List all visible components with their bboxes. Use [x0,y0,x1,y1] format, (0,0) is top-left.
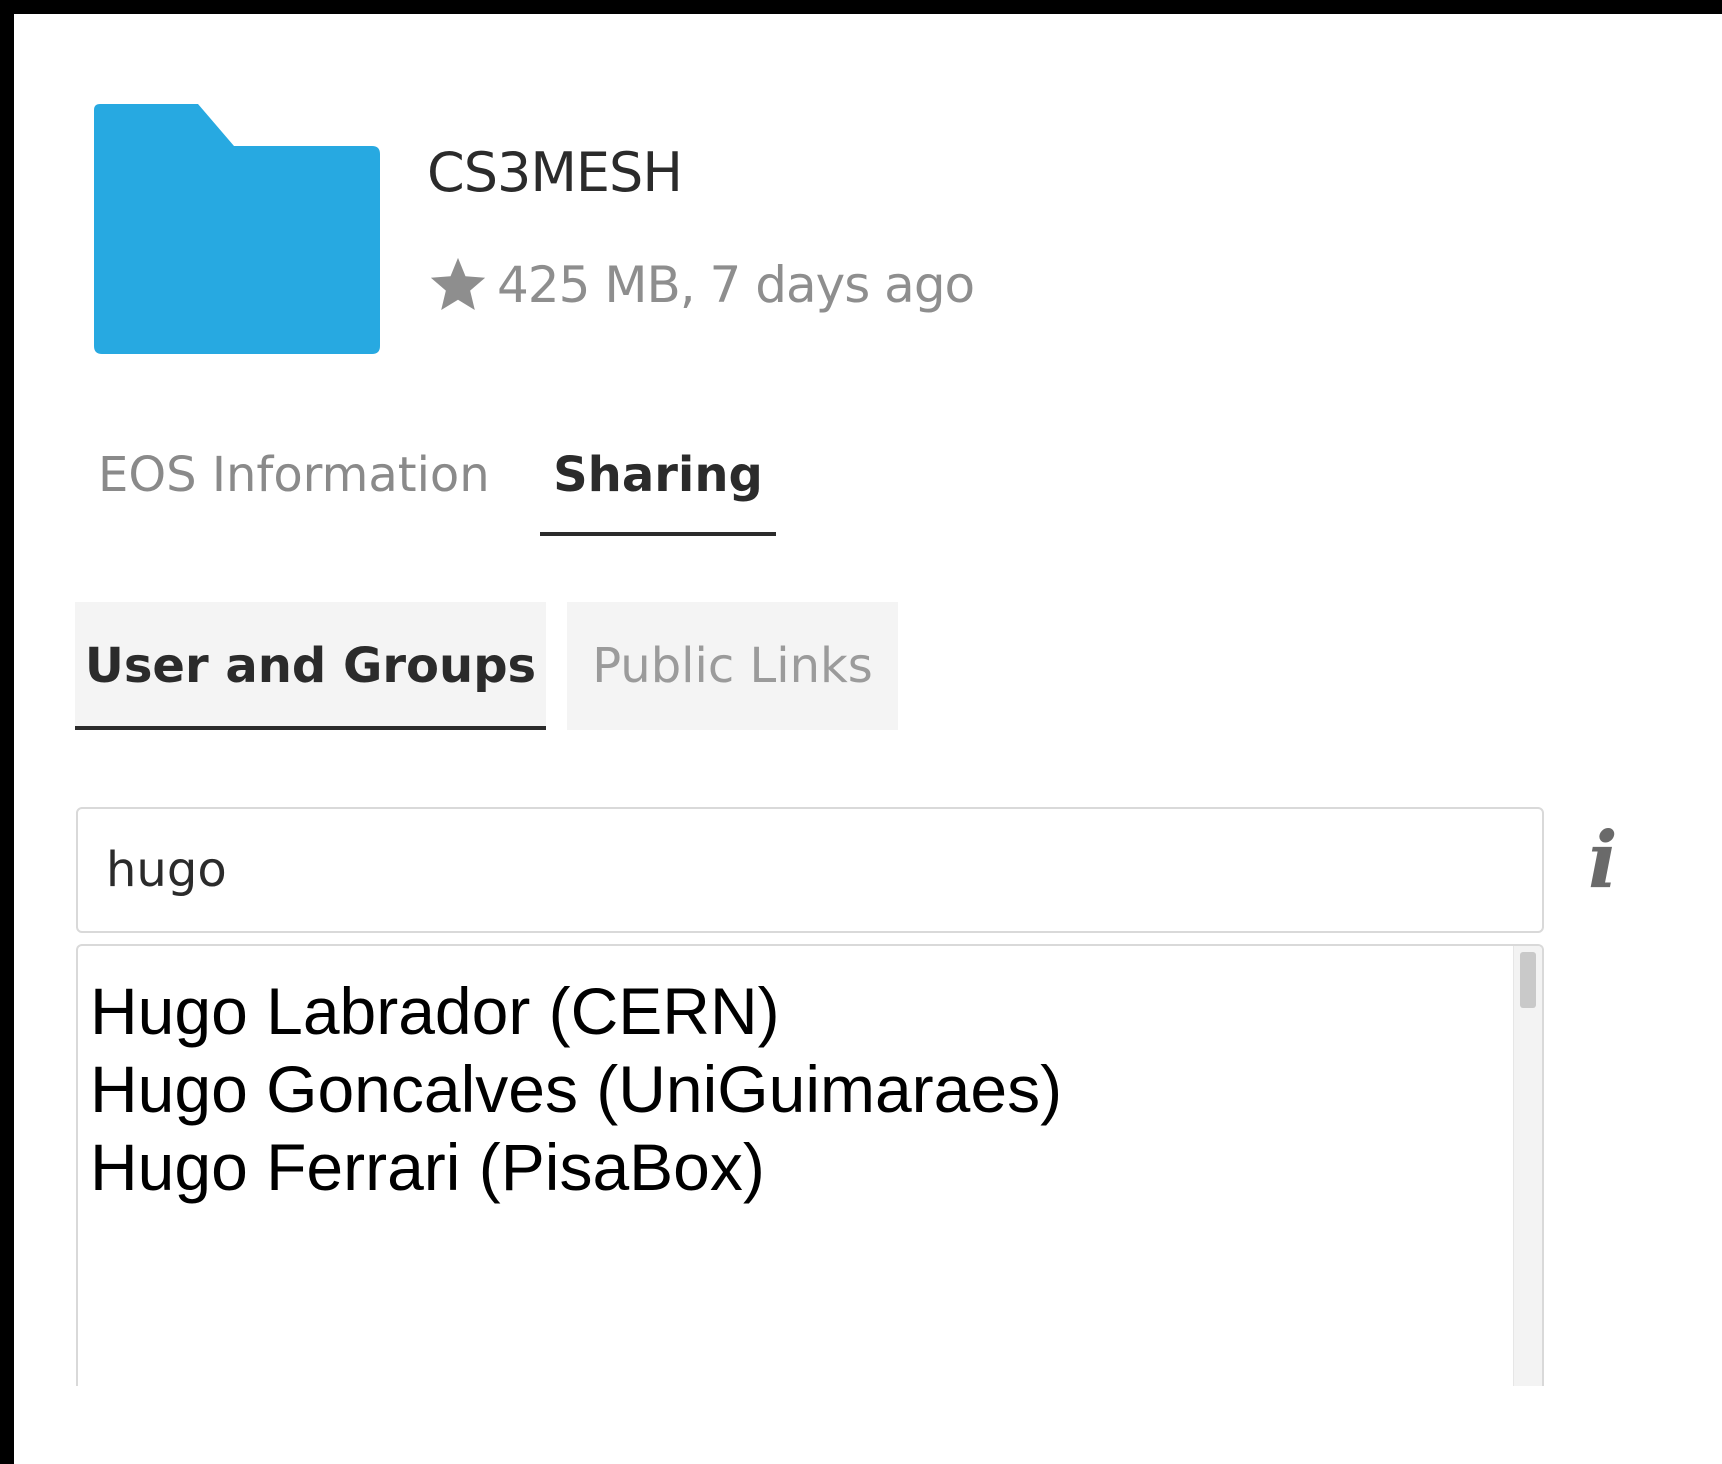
suggestion-item[interactable]: Hugo Labrador (CERN) [90,972,1062,1050]
info-icon[interactable]: i [1588,822,1618,900]
file-size-date: 425 MB, 7 days ago [497,256,975,314]
tab-user-and-groups[interactable]: User and Groups [75,602,546,730]
scrollbar-thumb[interactable] [1520,952,1536,1008]
suggestion-item[interactable]: Hugo Ferrari (PisaBox) [90,1128,1062,1206]
sharing-panel: CS3MESH 425 MB, 7 days ago EOS Informati… [14,14,1722,1464]
folder-icon [94,104,380,354]
star-icon[interactable] [427,254,489,316]
share-search-input[interactable] [76,807,1544,933]
suggestion-item[interactable]: Hugo Goncalves (UniGuimaraes) [90,1050,1062,1128]
tab-public-links[interactable]: Public Links [567,602,898,730]
file-meta: 425 MB, 7 days ago [427,254,975,316]
suggestion-dropdown: Hugo Labrador (CERN) Hugo Goncalves (Uni… [76,944,1544,1386]
file-name: CS3MESH [427,141,683,204]
suggestion-list: Hugo Labrador (CERN) Hugo Goncalves (Uni… [90,972,1062,1206]
tab-eos-information[interactable]: EOS Information [98,434,518,536]
scrollbar[interactable] [1513,946,1542,1386]
tab-sharing[interactable]: Sharing [540,434,776,536]
